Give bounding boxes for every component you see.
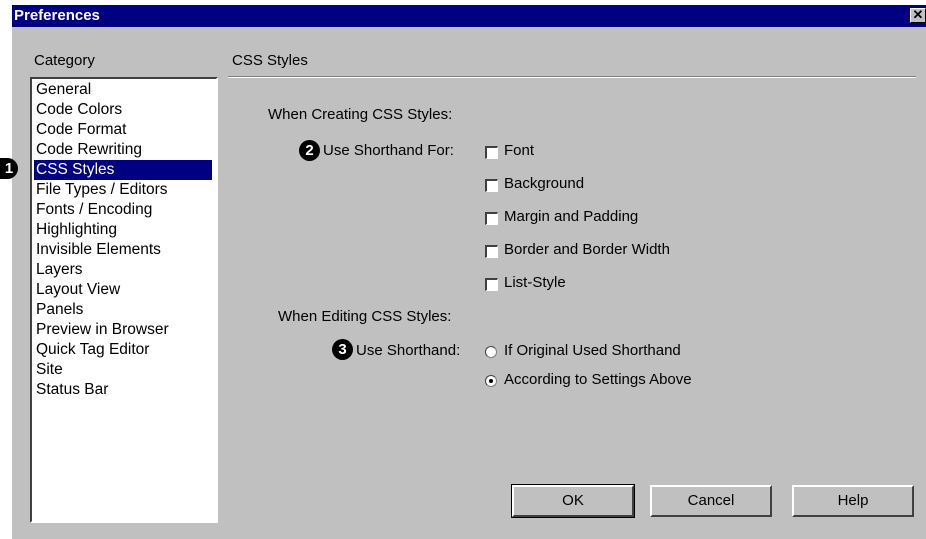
category-item-highlighting[interactable]: Highlighting: [34, 220, 119, 240]
category-item-preview-in-browser[interactable]: Preview in Browser: [34, 320, 171, 340]
original-shorthand-option-label[interactable]: If Original Used Shorthand: [504, 342, 681, 359]
category-list[interactable]: General Code Colors Code Format Code Rew…: [30, 77, 218, 523]
font-checkbox[interactable]: [485, 146, 498, 159]
margin-padding-checkbox[interactable]: [485, 212, 498, 225]
category-item-site[interactable]: Site: [34, 360, 65, 380]
category-item-fonts-encoding[interactable]: Fonts / Encoding: [34, 200, 154, 220]
help-button[interactable]: Help: [792, 485, 914, 517]
category-item-css-styles[interactable]: CSS Styles: [34, 160, 212, 180]
radio-selected-dot: [489, 379, 493, 383]
callout-2: 2: [299, 140, 320, 161]
category-label: Category: [34, 52, 95, 69]
original-shorthand-radio[interactable]: [485, 346, 497, 358]
shorthand-for-label: Use Shorthand For:: [323, 142, 454, 159]
category-item-code-format[interactable]: Code Format: [34, 120, 128, 140]
section-divider: [228, 76, 916, 78]
border-width-checkbox[interactable]: [485, 245, 498, 258]
ok-button[interactable]: OK: [511, 484, 635, 518]
window-title: Preferences: [14, 7, 100, 24]
category-item-layers[interactable]: Layers: [34, 260, 85, 280]
settings-above-radio[interactable]: [485, 375, 497, 387]
font-option-label[interactable]: Font: [504, 142, 534, 159]
preferences-dialog: Preferences ✕ Category General Code Colo…: [12, 5, 926, 539]
category-item-code-rewriting[interactable]: Code Rewriting: [34, 140, 144, 160]
category-item-code-colors[interactable]: Code Colors: [34, 100, 124, 120]
settings-above-option-label[interactable]: According to Settings Above: [504, 371, 692, 388]
list-style-option-label[interactable]: List-Style: [504, 274, 566, 291]
close-icon[interactable]: ✕: [913, 7, 924, 22]
section-title: CSS Styles: [232, 52, 308, 69]
category-item-quick-tag-editor[interactable]: Quick Tag Editor: [34, 340, 151, 360]
margin-padding-option-label[interactable]: Margin and Padding: [504, 208, 638, 225]
category-item-status-bar[interactable]: Status Bar: [34, 380, 110, 400]
callout-3: 3: [332, 339, 353, 360]
background-option-label[interactable]: Background: [504, 175, 584, 192]
background-checkbox[interactable]: [485, 179, 498, 192]
close-button[interactable]: ✕: [910, 8, 926, 23]
category-item-layout-view[interactable]: Layout View: [34, 280, 122, 300]
editing-styles-label: When Editing CSS Styles:: [278, 308, 452, 325]
title-bar[interactable]: Preferences ✕: [12, 5, 926, 27]
category-item-file-types-editors[interactable]: File Types / Editors: [34, 180, 170, 200]
use-shorthand-label: Use Shorthand:: [356, 342, 461, 359]
creating-styles-label: When Creating CSS Styles:: [268, 106, 453, 123]
list-style-checkbox[interactable]: [485, 278, 498, 291]
category-item-panels[interactable]: Panels: [34, 300, 85, 320]
category-item-invisible-elements[interactable]: Invisible Elements: [34, 240, 163, 260]
category-item-general[interactable]: General: [34, 80, 93, 100]
cancel-button[interactable]: Cancel: [650, 485, 772, 517]
border-width-option-label[interactable]: Border and Border Width: [504, 241, 670, 258]
